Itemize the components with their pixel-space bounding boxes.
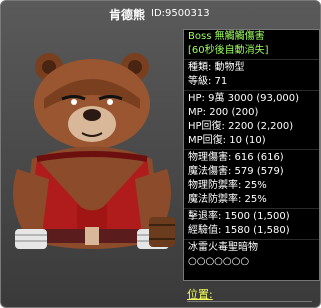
element-marks-row: ○○○○○○○	[188, 256, 250, 267]
monster-name: 肯德熊	[109, 8, 146, 22]
bear-nose	[83, 109, 101, 121]
exp-row: 經驗值: 1580 (1,580)	[188, 225, 290, 236]
boss-label: Boss 無觸觸傷害	[188, 31, 265, 42]
magic-dmg-row: 魔法傷害: 579 (579)	[188, 166, 284, 177]
monster-id: ID:9500313	[151, 8, 210, 19]
barrel	[149, 217, 175, 247]
monster-portrait	[13, 53, 175, 249]
wrist-wrap-left	[15, 229, 47, 249]
phys-dmg-row: 物理傷害: 616 (616)	[188, 152, 284, 163]
level-row: 等級: 71	[188, 76, 228, 87]
location-divider	[187, 301, 312, 302]
hp-regen-row: HP回復: 2200 (2,200)	[188, 121, 294, 132]
card-header: 肯德熊 ID:9500313	[1, 1, 320, 27]
monster-info-card: 肯德熊 ID:9500313 Boss 無觸觸傷害 [60秒後自動消失] 種類:…	[0, 0, 321, 308]
mp-regen-row: MP回復: 10 (10)	[188, 135, 266, 146]
location-label: 位置:	[187, 288, 213, 301]
knockback-row: 擊退率: 1500 (1,500)	[188, 211, 290, 222]
regen-label: [60秒後自動消失]	[188, 45, 269, 56]
species-row: 種類: 動物型	[188, 62, 245, 73]
hp-row: HP: 9萬 3000 (93,000)	[188, 93, 300, 104]
magic-def-row: 魔法防禦率: 25%	[188, 194, 267, 205]
elements-row: 冰雷火毒聖暗物	[188, 242, 258, 253]
phys-def-row: 物理防禦率: 25%	[188, 180, 267, 191]
mp-row: MP: 200 (200)	[188, 107, 259, 118]
stats-panel: Boss 無觸觸傷害 [60秒後自動消失] 種類: 動物型 等級: 71 HP:…	[183, 29, 320, 281]
